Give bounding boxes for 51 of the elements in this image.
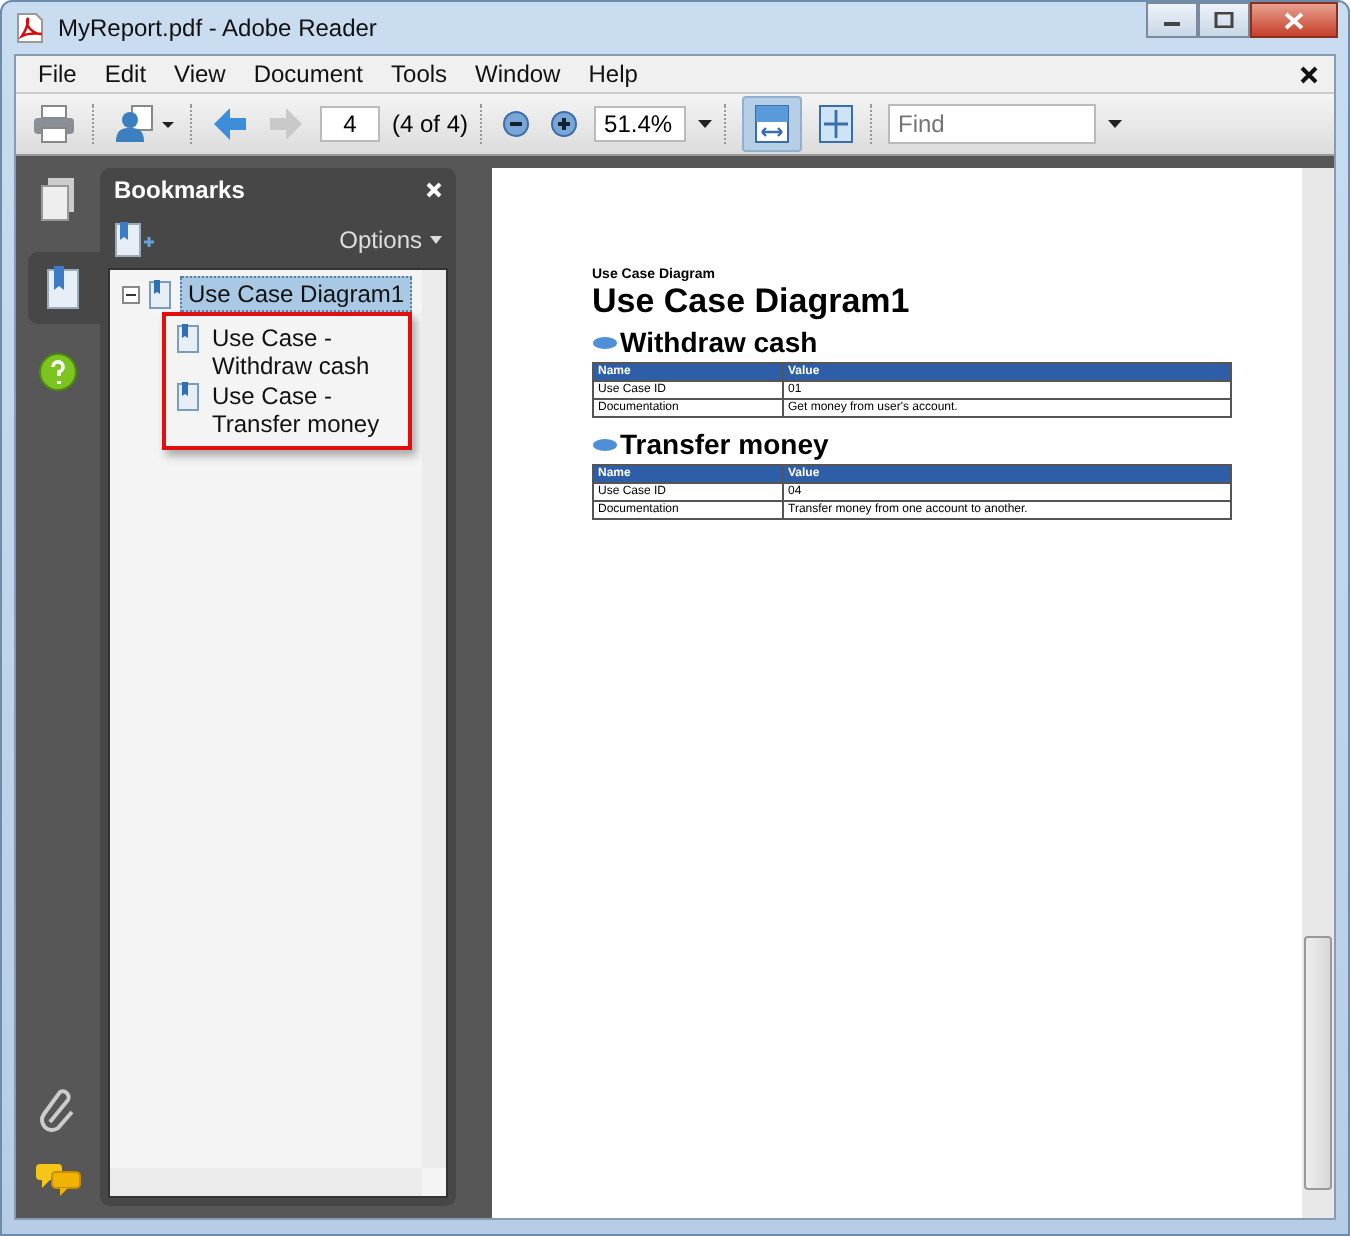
ellipse-icon <box>592 437 618 451</box>
bookmark-item[interactable]: Use Case Diagram1 <box>180 276 413 312</box>
pdf-file-icon <box>14 12 46 44</box>
zoom-out-button[interactable] <box>498 106 535 142</box>
comments-icon[interactable] <box>34 1162 82 1198</box>
pages-icon[interactable] <box>38 176 78 224</box>
caret-icon <box>430 236 442 244</box>
collapse-icon[interactable] <box>122 285 140 303</box>
close-icon <box>1284 11 1304 29</box>
fit-page-button[interactable] <box>814 100 859 148</box>
bookmark-item[interactable]: Use Case - Withdraw cash <box>212 324 392 380</box>
menu-item[interactable]: Document <box>239 60 378 88</box>
bookmarks-tab[interactable] <box>28 252 100 324</box>
panel-title: Bookmarks <box>114 176 245 204</box>
document-title: Use Case Diagram1 <box>592 282 912 322</box>
ellipse-icon <box>592 335 618 349</box>
menu-item[interactable]: Window <box>461 60 575 88</box>
scroll-thumb[interactable] <box>1304 936 1332 1190</box>
paperclip-icon[interactable] <box>38 1086 78 1134</box>
fit-width-button[interactable] <box>742 96 803 152</box>
bookmark-icon <box>176 324 200 354</box>
section-heading: Withdraw cash <box>620 326 818 358</box>
scrollbar[interactable] <box>1302 168 1334 1218</box>
minimize-button[interactable] <box>1146 2 1198 38</box>
page-count: (4 of 4) <box>392 110 469 138</box>
close-icon[interactable] <box>1300 65 1318 83</box>
page-number-field[interactable]: 4 <box>320 106 380 142</box>
menu-item[interactable]: File <box>24 60 91 88</box>
print-button[interactable] <box>28 100 80 148</box>
caret-icon <box>698 120 713 128</box>
section-heading: Transfer money <box>620 428 829 460</box>
scrollbar[interactable] <box>422 270 446 1168</box>
maximize-icon <box>1214 12 1234 28</box>
find-field[interactable]: Find <box>888 104 1097 144</box>
options-menu[interactable]: Options <box>339 226 442 254</box>
bookmark-icon <box>44 264 84 312</box>
bookmark-item[interactable]: Use Case - Transfer money <box>212 382 392 438</box>
new-bookmark-icon[interactable] <box>114 222 158 258</box>
close-button[interactable] <box>1250 2 1338 38</box>
menu-item[interactable]: Help <box>574 60 652 88</box>
maximize-button[interactable] <box>1198 2 1250 38</box>
scrollbar[interactable] <box>110 1168 422 1196</box>
menu-item[interactable]: Tools <box>377 60 462 88</box>
window-title: MyReport.pdf - Adobe Reader <box>58 14 377 42</box>
caret-icon[interactable] <box>1108 120 1123 128</box>
help-icon[interactable] <box>38 352 78 392</box>
zoom-in-button[interactable] <box>546 106 583 142</box>
menu-item[interactable]: View <box>160 60 240 88</box>
bookmark-icon <box>176 382 200 412</box>
bookmark-icon <box>148 279 172 309</box>
menu-item[interactable]: Edit <box>90 60 161 88</box>
